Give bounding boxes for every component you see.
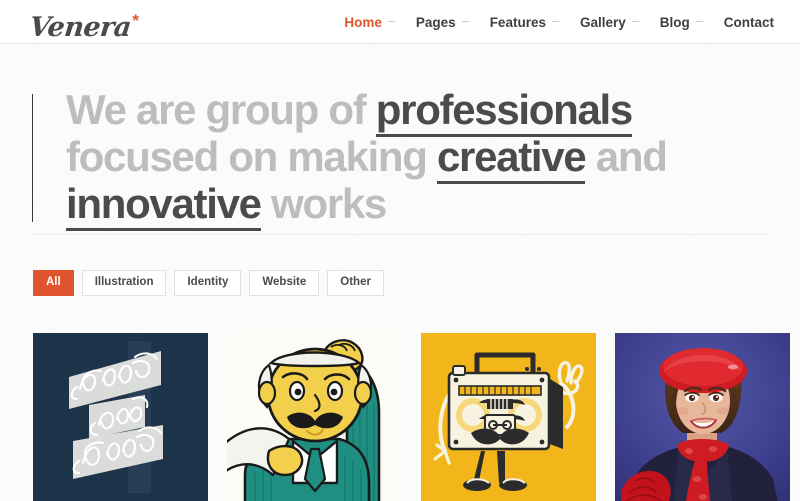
site-logo-text: Venera	[28, 12, 133, 43]
site-header: Venera* Home Pages Features Gallery Blog	[0, 0, 800, 44]
boombox-artwork	[421, 333, 596, 501]
filter-button-illustration[interactable]: Illustration	[81, 270, 167, 296]
portfolio-item-flight-attendant[interactable]	[615, 333, 790, 501]
filter-button-all[interactable]: All	[33, 270, 74, 296]
hero-headline: We are group of professionals focused on …	[66, 86, 766, 231]
chevron-down-icon	[695, 21, 703, 22]
hero-line2-post: and	[585, 133, 668, 180]
portfolio-filter-bar: All Illustration Identity Website Other	[33, 270, 392, 296]
nav-item-features-label: Features	[489, 14, 546, 30]
hero-emphasis-creative: creative	[437, 133, 587, 184]
hero-accent-rule	[32, 94, 33, 222]
mustache-man-artwork	[227, 333, 402, 501]
hero-emphasis-innovative: innovative	[66, 180, 262, 231]
portfolio-item-hold-fast-hope[interactable]	[33, 333, 208, 501]
nav-item-blog[interactable]: Blog	[660, 15, 703, 30]
hero-emphasis-professionals: professionals	[375, 86, 633, 137]
chevron-down-icon	[387, 21, 395, 22]
nav-item-contact[interactable]: Contact	[724, 15, 774, 30]
nav-item-gallery[interactable]: Gallery	[580, 15, 639, 30]
hero-line3-post: works	[260, 180, 387, 227]
portfolio-item-mustache-man[interactable]	[227, 333, 402, 501]
chevron-down-icon	[461, 21, 469, 22]
main-navigation: Home Pages Features Gallery Blog Contact	[344, 0, 774, 44]
nav-item-gallery-label: Gallery	[579, 14, 626, 30]
site-logo[interactable]: Venera*	[28, 2, 141, 47]
filter-button-website[interactable]: Website	[249, 270, 320, 296]
logo-star-icon: *	[132, 11, 139, 30]
nav-item-features[interactable]: Features	[490, 15, 559, 30]
filter-button-other[interactable]: Other	[327, 270, 384, 296]
nav-item-home-label: Home	[344, 14, 382, 30]
nav-item-contact-label: Contact	[723, 14, 774, 30]
hold-fast-hope-artwork	[33, 333, 208, 501]
portfolio-grid	[33, 333, 790, 501]
filter-button-identity[interactable]: Identity	[174, 270, 242, 296]
page-root: Venera* Home Pages Features Gallery Blog	[0, 0, 800, 501]
section-divider	[33, 234, 768, 235]
hero-line2-pre: focused on making	[66, 133, 437, 180]
chevron-down-icon	[631, 21, 639, 22]
flight-attendant-artwork	[615, 333, 790, 501]
nav-item-blog-label: Blog	[659, 14, 690, 30]
nav-item-pages-label: Pages	[415, 14, 456, 30]
hero-line1-pre: We are group of	[66, 86, 376, 133]
hero-section: We are group of professionals focused on …	[0, 44, 800, 237]
nav-item-home[interactable]: Home	[344, 15, 395, 30]
nav-item-pages[interactable]: Pages	[416, 15, 469, 30]
portfolio-item-boombox[interactable]	[421, 333, 596, 501]
chevron-down-icon	[551, 21, 559, 22]
